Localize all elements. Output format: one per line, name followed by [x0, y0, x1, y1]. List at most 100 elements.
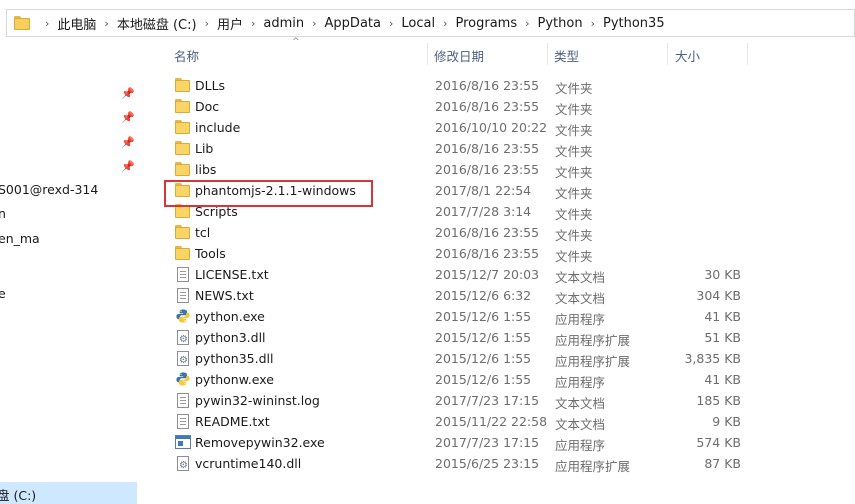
- file-row[interactable]: Doc 2016/8/16 23:55 文件夹: [153, 96, 855, 117]
- file-size: 87 KB: [704, 456, 741, 471]
- text-file-icon: [177, 393, 189, 408]
- file-row[interactable]: tcl 2016/8/16 23:55 文件夹: [153, 222, 855, 243]
- file-name: NEWS.txt: [195, 288, 254, 303]
- file-row[interactable]: include 2016/10/10 20:22 文件夹: [153, 117, 855, 138]
- file-type: 应用程序: [555, 438, 606, 453]
- file-date: 2015/12/6 1:55: [435, 351, 532, 366]
- nav-item-label: 盘 (C:): [0, 488, 37, 503]
- file-name: include: [195, 120, 241, 135]
- file-type: 文本文档: [555, 417, 606, 432]
- file-type: 文本文档: [555, 270, 606, 285]
- text-file-icon: [177, 414, 189, 429]
- dll-file-icon: ⚙: [177, 456, 189, 471]
- breadcrumb-item[interactable]: Local: [401, 16, 435, 31]
- file-size: 304 KB: [696, 288, 741, 303]
- file-row[interactable]: Tools 2016/8/16 23:55 文件夹: [153, 243, 855, 264]
- file-row[interactable]: ⚙ python3.dll 2015/12/6 1:55 应用程序扩展 51 KB: [153, 327, 855, 348]
- file-row[interactable]: ⚙ python35.dll 2015/12/6 1:55 应用程序扩展 3,835 K…: [153, 348, 855, 369]
- breadcrumb-item[interactable]: Python: [538, 16, 583, 31]
- column-divider[interactable]: [667, 43, 668, 65]
- file-date: 2016/8/16 23:55: [435, 141, 540, 156]
- chevron-right-icon[interactable]: ›: [525, 17, 529, 30]
- column-header-name[interactable]: 名称: [174, 46, 199, 65]
- file-name: python.exe: [195, 309, 265, 324]
- file-type: 应用程序: [555, 375, 606, 390]
- file-row[interactable]: NEWS.txt 2015/12/6 6:32 文本文档 304 KB: [153, 285, 855, 306]
- chevron-right-icon[interactable]: ›: [443, 17, 447, 30]
- nav-item-local-disk-c[interactable]: 盘 (C:): [0, 482, 137, 504]
- column-header-date[interactable]: 修改日期: [434, 46, 484, 65]
- file-name: pythonw.exe: [195, 372, 274, 387]
- folder-icon: [175, 162, 191, 177]
- chevron-right-icon[interactable]: ›: [591, 17, 595, 30]
- nav-item[interactable]: n: [0, 206, 6, 221]
- file-name: Doc: [195, 99, 220, 114]
- file-row[interactable]: libs 2016/8/16 23:55 文件夹: [153, 159, 855, 180]
- folder-icon: [175, 99, 191, 114]
- file-type: 应用程序: [555, 312, 606, 327]
- nav-item[interactable]: S001@rexd-314: [0, 182, 98, 197]
- file-date: 2016/8/16 23:55: [435, 246, 540, 261]
- file-type: 文本文档: [555, 291, 606, 306]
- file-name: vcruntime140.dll: [195, 456, 302, 471]
- file-name: python3.dll: [195, 330, 266, 345]
- chevron-right-icon[interactable]: ›: [104, 17, 108, 30]
- file-size: 9 KB: [712, 414, 741, 429]
- file-row[interactable]: LICENSE.txt 2015/12/7 20:03 文本文档 30 KB: [153, 264, 855, 285]
- chevron-right-icon[interactable]: ›: [45, 17, 49, 30]
- folder-icon: [14, 16, 30, 30]
- breadcrumb-item[interactable]: 本地磁盘 (C:): [117, 14, 197, 33]
- breadcrumb-item[interactable]: AppData: [325, 16, 381, 31]
- file-type: 应用程序扩展: [555, 333, 631, 348]
- chevron-right-icon[interactable]: ›: [205, 17, 209, 30]
- address-box[interactable]: › 此电脑 › 本地磁盘 (C:) › 用户 › admin › AppData › Local › Pr…: [6, 9, 855, 37]
- app-exe-icon: [175, 435, 191, 449]
- file-name: DLLs: [195, 78, 226, 93]
- folder-icon: [175, 246, 191, 261]
- file-date: 2015/6/25 23:15: [435, 456, 540, 471]
- chevron-right-icon[interactable]: ›: [389, 17, 393, 30]
- pin-icon: 📌: [121, 87, 135, 100]
- chevron-right-icon[interactable]: ›: [251, 17, 255, 30]
- chevron-right-icon[interactable]: ›: [312, 17, 316, 30]
- file-row[interactable]: python.exe 2015/12/6 1:55 应用程序 41 KB: [153, 306, 855, 327]
- nav-item[interactable]: en_ma: [0, 231, 40, 246]
- file-type: 文件夹: [555, 102, 593, 117]
- column-divider[interactable]: [747, 43, 748, 65]
- breadcrumb-item[interactable]: 用户: [217, 14, 243, 33]
- file-type: 应用程序扩展: [555, 354, 631, 369]
- column-header-size[interactable]: 大小: [675, 46, 700, 65]
- file-date: 2015/12/6 6:32: [435, 288, 532, 303]
- breadcrumb-item[interactable]: admin: [263, 16, 304, 31]
- breadcrumb: › 此电脑 › 本地磁盘 (C:) › 用户 › admin › AppData › Local › Pr…: [37, 10, 665, 36]
- column-header-type[interactable]: 类型: [554, 46, 579, 65]
- file-name: Lib: [195, 141, 214, 156]
- folder-icon: [175, 225, 191, 240]
- file-row[interactable]: DLLs 2016/8/16 23:55 文件夹: [153, 75, 855, 96]
- file-date: 2015/12/7 20:03: [435, 267, 540, 282]
- column-divider[interactable]: [547, 43, 548, 65]
- file-date: 2017/7/23 17:15: [435, 435, 540, 450]
- file-row[interactable]: pywin32-wininst.log 2017/7/23 17:15 文本文档 18…: [153, 390, 855, 411]
- file-type: 文件夹: [555, 81, 593, 96]
- file-row[interactable]: ⚙ vcruntime140.dll 2015/6/25 23:15 应用程序扩展 87…: [153, 453, 855, 474]
- file-name: Tools: [195, 246, 226, 261]
- file-type: 文件夹: [555, 123, 593, 138]
- file-row[interactable]: Removepywin32.exe 2017/7/23 17:15 应用程序 574 …: [153, 432, 855, 453]
- column-divider[interactable]: [427, 43, 428, 65]
- file-row[interactable]: Lib 2016/8/16 23:55 文件夹: [153, 138, 855, 159]
- file-row[interactable]: pythonw.exe 2015/12/6 1:55 应用程序 41 KB: [153, 369, 855, 390]
- pin-icon: 📌: [121, 160, 135, 173]
- breadcrumb-item[interactable]: Python35: [603, 16, 665, 31]
- file-type: 文本文档: [555, 396, 606, 411]
- breadcrumb-item[interactable]: 此电脑: [57, 14, 96, 33]
- file-row[interactable]: README.txt 2015/11/22 22:58 文本文档 9 KB: [153, 411, 855, 432]
- pane-splitter[interactable]: [137, 44, 153, 504]
- file-date: 2016/8/16 23:55: [435, 78, 540, 93]
- nav-item[interactable]: e: [0, 286, 6, 301]
- file-date: 2016/8/16 23:55: [435, 162, 540, 177]
- breadcrumb-item[interactable]: Programs: [455, 16, 517, 31]
- column-header-bar: ^ 名称 修改日期 类型 大小: [153, 37, 855, 70]
- file-name: README.txt: [195, 414, 270, 429]
- pin-icon: 📌: [121, 136, 135, 149]
